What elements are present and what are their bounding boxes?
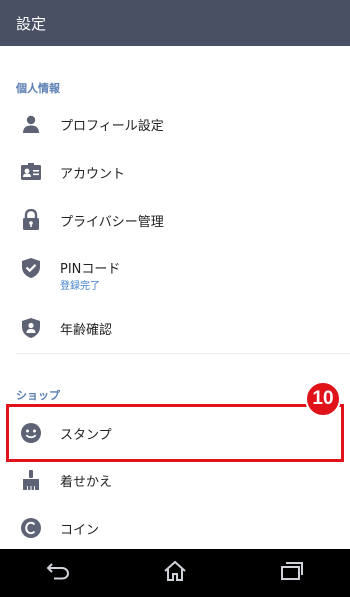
step-badge: 10 xyxy=(305,381,341,417)
system-nav-bar xyxy=(0,549,350,597)
brush-icon xyxy=(20,469,42,491)
highlight-box xyxy=(6,404,344,462)
nav-home-button[interactable] xyxy=(155,553,195,593)
menu-item-label: 着せかえ xyxy=(60,474,113,490)
coin-icon xyxy=(20,517,42,539)
menu-item-coins[interactable]: コイン xyxy=(0,504,350,552)
menu-item-account[interactable]: アカウント xyxy=(0,148,350,196)
pin-status-label: 登録完了 xyxy=(60,281,100,292)
menu-item-pin-code[interactable]: PINコード 登録完了 xyxy=(0,246,350,298)
menu-item-label: アカウント xyxy=(60,166,126,182)
app-header: 設定 xyxy=(0,0,350,46)
menu-item-label: コイン xyxy=(60,522,100,538)
nav-back-button[interactable] xyxy=(38,553,78,593)
person-icon xyxy=(20,113,42,135)
menu-item-label: プロフィール設定 xyxy=(60,118,164,134)
section-divider xyxy=(16,353,350,354)
section-label-shop: ショップ xyxy=(16,389,60,402)
page-title: 設定 xyxy=(16,14,47,33)
home-icon xyxy=(163,560,187,586)
shield-check-icon xyxy=(20,257,42,279)
nav-recents-button[interactable] xyxy=(272,553,312,593)
back-icon xyxy=(45,561,71,585)
lock-icon xyxy=(20,209,42,231)
menu-item-privacy[interactable]: プライバシー管理 xyxy=(0,196,350,244)
menu-item-profile[interactable]: プロフィール設定 xyxy=(0,100,350,148)
menu-item-themes[interactable]: 着せかえ xyxy=(0,456,350,504)
menu-item-label: PINコード xyxy=(60,262,121,277)
section-label-personal: 個人情報 xyxy=(16,82,60,95)
menu-item-age-verification[interactable]: 年齢確認 xyxy=(0,304,350,352)
recents-icon xyxy=(280,561,304,585)
menu-item-label: 年齢確認 xyxy=(60,322,113,338)
shield-person-icon xyxy=(20,317,42,339)
id-card-icon xyxy=(20,161,42,183)
menu-item-label: プライバシー管理 xyxy=(60,214,164,230)
